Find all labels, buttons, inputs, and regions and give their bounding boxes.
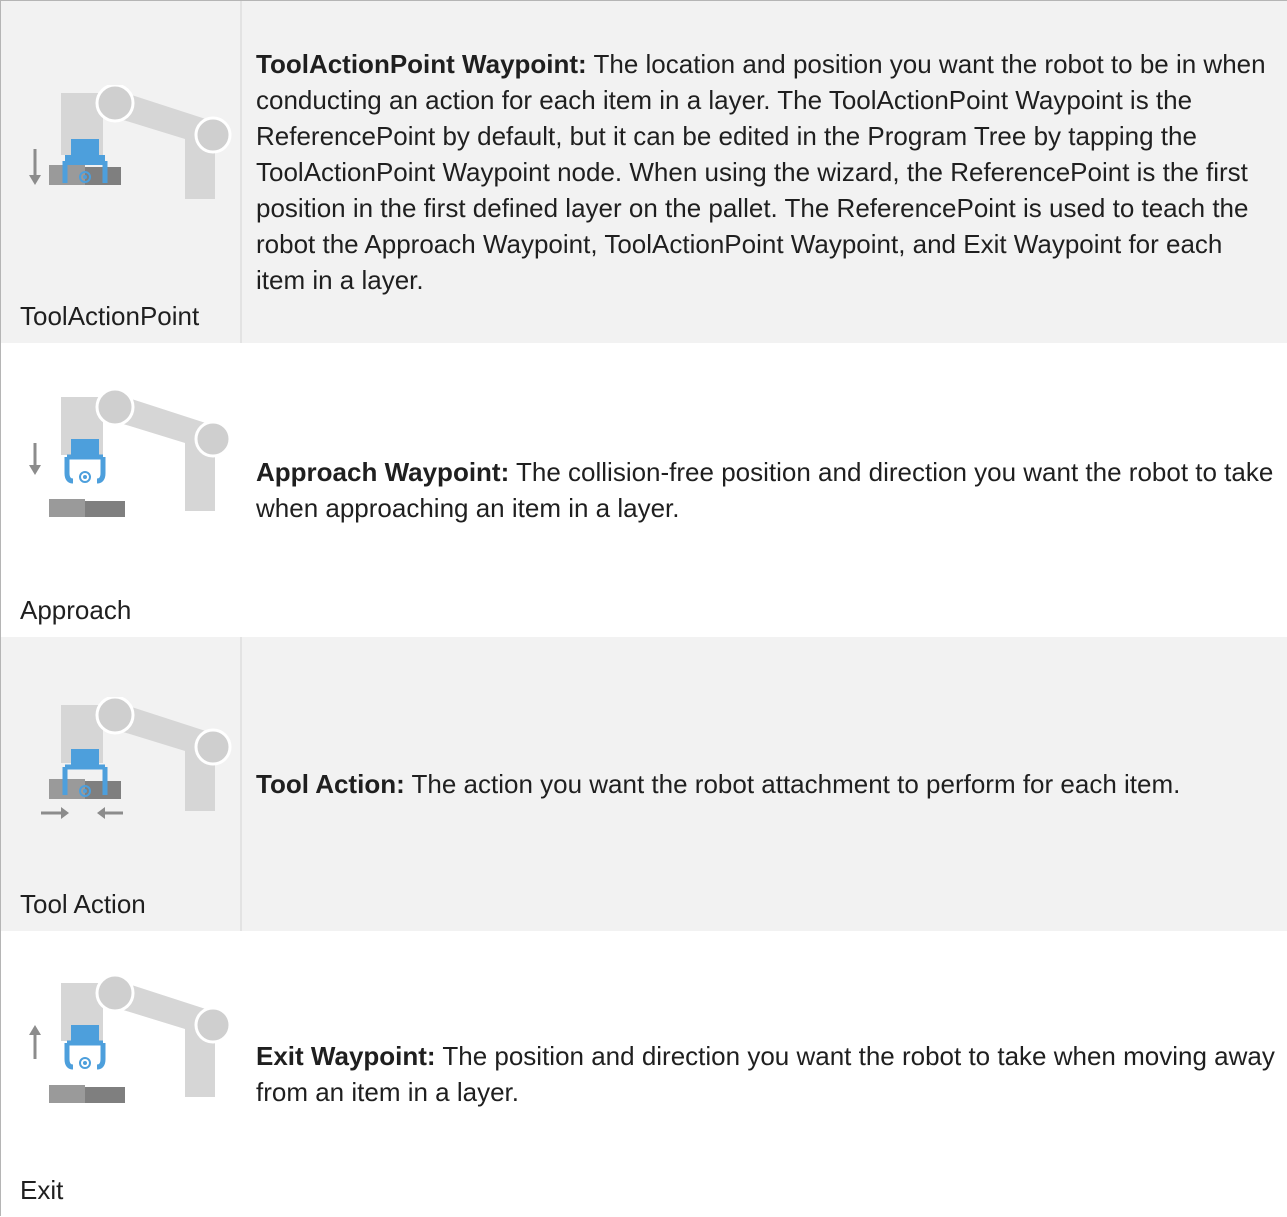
row-description-text: The action you want the robot attachment…	[404, 769, 1181, 799]
robot-arm-approach-icon	[29, 389, 232, 517]
description-cell: Exit Waypoint: The position and directio…	[242, 931, 1287, 1217]
description-cell: Approach Waypoint: The collision-free po…	[242, 343, 1287, 637]
description-cell: Tool Action: The action you want the rob…	[242, 637, 1287, 931]
robot-arm-tool-action-icon	[41, 697, 232, 819]
table-row: Exit Exit Waypoint: The position and dir…	[1, 931, 1287, 1217]
table-row: Tool Action Tool Action: The action you …	[1, 637, 1287, 931]
table-row: Approach Approach Waypoint: The collisio…	[1, 343, 1287, 637]
row-term: Approach Waypoint:	[256, 457, 510, 487]
icon-cell: Exit	[1, 931, 242, 1217]
row-caption: Tool Action	[20, 889, 146, 919]
icon-cell: Approach	[1, 343, 242, 637]
waypoint-definition-table: ToolActionPoint ToolActionPoint Waypoint…	[0, 0, 1287, 1217]
row-term: ToolActionPoint Waypoint:	[256, 49, 587, 79]
icon-cell: Tool Action	[1, 637, 242, 931]
row-description: ToolActionPoint Waypoint: The location a…	[256, 46, 1278, 298]
description-cell: ToolActionPoint Waypoint: The location a…	[242, 1, 1287, 343]
robot-arm-exit-icon	[29, 975, 232, 1103]
row-description: Tool Action: The action you want the rob…	[256, 766, 1180, 802]
row-caption: Exit	[20, 1175, 64, 1205]
icon-cell: ToolActionPoint	[1, 1, 242, 343]
table-row: ToolActionPoint ToolActionPoint Waypoint…	[1, 1, 1287, 343]
row-caption: ToolActionPoint	[20, 301, 200, 331]
robot-arm-tool-action-point-icon	[29, 85, 232, 199]
row-caption: Approach	[20, 595, 132, 625]
row-description-text: The location and position you want the r…	[256, 49, 1266, 295]
row-term: Tool Action:	[256, 769, 405, 799]
row-description: Exit Waypoint: The position and directio…	[256, 1038, 1278, 1110]
row-description: Approach Waypoint: The collision-free po…	[256, 454, 1278, 526]
row-term: Exit Waypoint:	[256, 1041, 436, 1071]
